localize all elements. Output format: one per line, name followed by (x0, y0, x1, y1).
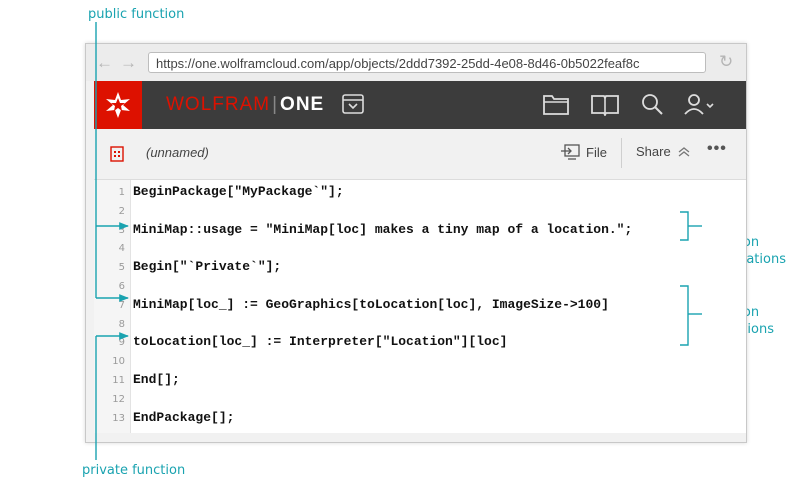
line-number: 5 (118, 262, 125, 274)
private-function-annotation: private function (82, 463, 186, 478)
arrow-right-icon[interactable]: → (120, 53, 137, 73)
spikey-icon (106, 92, 130, 118)
url-field[interactable]: https://one.wolframcloud.com/app/objects… (148, 52, 706, 73)
arrow-left-icon[interactable]: ← (96, 53, 113, 73)
code-line[interactable]: BeginPackage["MyPackage`"]; (133, 184, 344, 199)
line-number: 9 (118, 337, 125, 349)
line-number: 3 (118, 224, 125, 236)
line-number: 13 (112, 412, 125, 424)
code-line[interactable]: EndPackage[]; (133, 410, 234, 425)
search-icon[interactable] (640, 92, 664, 116)
code-line[interactable]: MiniMap::usage = "MiniMap[loc] makes a t… (133, 222, 632, 237)
code-line[interactable]: Begin["`Private`"]; (133, 259, 281, 274)
folder-icon[interactable] (542, 92, 570, 116)
brand-name: WOLFRAM | ONE (166, 94, 325, 115)
code-line[interactable]: toLocation[loc_] := Interpreter["Locatio… (133, 334, 507, 349)
line-number: 2 (118, 205, 125, 217)
more-options-button[interactable]: ••• (707, 140, 727, 158)
file-button[interactable]: File (560, 144, 607, 160)
code-line[interactable]: End[]; (133, 372, 180, 387)
code-line[interactable]: MiniMap[loc_] := GeoGraphics[toLocation[… (133, 297, 609, 312)
line-number: 4 (118, 243, 125, 255)
code-editor[interactable]: 1 2 3 4 5 6 7 8 9 10 11 12 13 BeginPackage["MyPackag… (94, 180, 746, 433)
browser-window: ← → https://one.wolframcloud.com/app/obj… (85, 43, 747, 443)
line-number: 10 (112, 356, 125, 368)
line-number: 6 (118, 281, 125, 292)
toolbar-divider (621, 138, 622, 168)
public-function-annotation: public function (88, 7, 185, 22)
line-number: 7 (118, 299, 125, 311)
chevron-up-double-icon (678, 146, 690, 157)
file-export-icon (561, 144, 580, 160)
notebook-toolbar: (unnamed) File Share ••• (94, 129, 746, 180)
line-number: 8 (118, 318, 125, 330)
notebook-menu-icon[interactable] (342, 94, 364, 114)
line-number: 11 (112, 375, 125, 386)
share-button[interactable]: Share (636, 144, 691, 159)
user-menu-icon[interactable] (684, 92, 718, 116)
book-icon[interactable] (590, 92, 620, 116)
notebook-file-icon[interactable] (110, 146, 124, 162)
reload-icon[interactable]: ↻ (719, 52, 733, 72)
line-number-gutter: 1 2 3 4 5 6 7 8 9 10 11 12 13 (94, 180, 131, 433)
notebook-title[interactable]: (unnamed) (146, 145, 209, 160)
line-number: 12 (112, 393, 125, 405)
wolfram-topbar: WOLFRAM | ONE (94, 81, 746, 129)
wolfram-logo[interactable] (94, 81, 142, 129)
address-bar-row: ← → https://one.wolframcloud.com/app/obj… (86, 44, 746, 81)
line-number: 1 (118, 187, 125, 198)
